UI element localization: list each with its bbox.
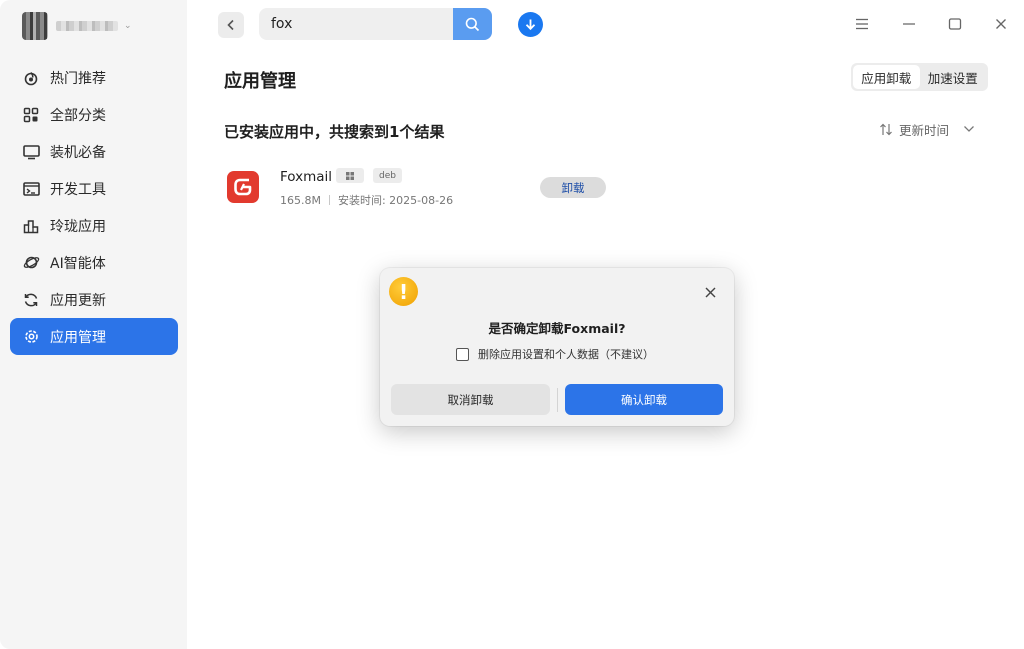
sidebar-item-app-management[interactable]: 应用管理 bbox=[10, 318, 178, 355]
refresh-icon bbox=[22, 291, 40, 309]
sort-label: 更新时间 bbox=[899, 122, 950, 138]
button-divider bbox=[557, 388, 558, 412]
dialog-close-button[interactable] bbox=[702, 284, 718, 300]
minimize-icon bbox=[903, 23, 915, 25]
cancel-uninstall-button[interactable]: 取消卸载 bbox=[391, 384, 550, 415]
confirm-uninstall-button[interactable]: 确认卸载 bbox=[565, 384, 723, 415]
management-tabs: 应用卸载 加速设置 bbox=[851, 63, 988, 91]
avatar bbox=[22, 12, 48, 40]
sidebar-item-label: AI智能体 bbox=[50, 255, 106, 272]
install-date: 安装时间: 2025-08-26 bbox=[337, 194, 454, 207]
close-icon bbox=[705, 287, 715, 297]
sidebar-item-ai-agent[interactable]: AI智能体 bbox=[10, 244, 178, 281]
account-switcher[interactable]: ⌄ bbox=[22, 12, 132, 40]
sidebar-item-updates[interactable]: 应用更新 bbox=[10, 281, 178, 318]
app-meta: 165.8M 安装时间: 2025-08-26 bbox=[280, 192, 453, 208]
back-button[interactable] bbox=[218, 12, 244, 38]
delete-data-checkbox[interactable] bbox=[456, 347, 469, 361]
download-arrow-icon bbox=[525, 19, 536, 31]
sidebar-item-label: 热门推荐 bbox=[50, 70, 106, 87]
terminal-icon bbox=[22, 180, 40, 198]
tab-uninstall[interactable]: 应用卸载 bbox=[853, 65, 920, 89]
maximize-icon bbox=[948, 18, 962, 30]
sidebar-item-hot[interactable]: 热门推荐 bbox=[10, 59, 178, 96]
app-list-item: Foxmail deb 165.8M 安装时间: 2025-08-26 卸载 bbox=[224, 163, 624, 213]
windows-icon bbox=[346, 171, 354, 180]
search-input[interactable] bbox=[259, 8, 453, 40]
menu-button[interactable] bbox=[852, 14, 872, 34]
maximize-button[interactable] bbox=[945, 14, 965, 34]
sidebar-item-devtools[interactable]: 开发工具 bbox=[10, 170, 178, 207]
platform-tag bbox=[336, 168, 364, 183]
monitor-icon bbox=[22, 143, 40, 161]
minimize-button[interactable] bbox=[899, 14, 919, 34]
app-name: Foxmail bbox=[280, 169, 333, 185]
delete-data-label: 删除应用设置和个人数据（不建议） bbox=[478, 348, 654, 361]
uninstall-confirm-dialog: ! 是否确定卸载Foxmail? 删除应用设置和个人数据（不建议） 取消卸载 确… bbox=[380, 268, 734, 426]
sidebar-item-essentials[interactable]: 装机必备 bbox=[10, 133, 178, 170]
hot-icon bbox=[22, 69, 40, 87]
app-size: 165.8M bbox=[280, 193, 321, 207]
close-icon bbox=[996, 19, 1006, 29]
sidebar-item-label: 玲珑应用 bbox=[50, 218, 106, 235]
close-window-button[interactable] bbox=[991, 14, 1011, 34]
search-button[interactable] bbox=[453, 8, 492, 40]
tab-acceleration-settings[interactable]: 加速设置 bbox=[920, 65, 987, 89]
gear-icon bbox=[22, 328, 40, 346]
sidebar: ⌄ 热门推荐 全部分类 装机必备 开发工具 玲珑应用 AI智能体 应用更新 应用… bbox=[0, 0, 187, 649]
download-manager-button[interactable] bbox=[518, 12, 543, 37]
grid-icon bbox=[22, 106, 40, 124]
dialog-title: 是否确定卸载Foxmail? bbox=[488, 321, 626, 336]
sidebar-item-label: 开发工具 bbox=[50, 181, 106, 198]
sidebar-nav: 热门推荐 全部分类 装机必备 开发工具 玲珑应用 AI智能体 应用更新 应用管理 bbox=[10, 59, 178, 355]
sidebar-item-label: 应用更新 bbox=[50, 292, 106, 309]
sort-icon bbox=[880, 123, 892, 135]
chevron-down-icon: ⌄ bbox=[124, 21, 132, 31]
app-store-window: ⌄ 热门推荐 全部分类 装机必备 开发工具 玲珑应用 AI智能体 应用更新 应用… bbox=[0, 0, 1024, 649]
search-icon bbox=[465, 17, 480, 31]
account-name-blurred bbox=[56, 21, 118, 31]
sidebar-item-linglong[interactable]: 玲珑应用 bbox=[10, 207, 178, 244]
search-result-summary: 已安装应用中，共搜索到1个结果 bbox=[224, 123, 445, 141]
sidebar-item-label: 全部分类 bbox=[50, 107, 106, 124]
sidebar-item-label: 应用管理 bbox=[50, 329, 106, 346]
chart-icon bbox=[22, 217, 40, 235]
warning-icon: ! bbox=[389, 277, 418, 306]
meta-divider bbox=[328, 195, 330, 205]
sidebar-item-categories[interactable]: 全部分类 bbox=[10, 96, 178, 133]
menu-icon bbox=[856, 18, 868, 30]
package-type-tag: deb bbox=[373, 168, 402, 183]
page-title: 应用管理 bbox=[224, 71, 296, 92]
planet-icon bbox=[22, 254, 40, 272]
search-box bbox=[259, 8, 492, 40]
uninstall-button[interactable]: 卸载 bbox=[540, 177, 606, 198]
delete-data-option[interactable]: 删除应用设置和个人数据（不建议） bbox=[456, 346, 654, 362]
chevron-left-icon bbox=[227, 19, 234, 31]
sort-control[interactable]: 更新时间 bbox=[879, 120, 975, 138]
foxmail-app-icon bbox=[227, 171, 259, 203]
sidebar-item-label: 装机必备 bbox=[50, 144, 106, 161]
chevron-down-icon bbox=[964, 126, 974, 132]
